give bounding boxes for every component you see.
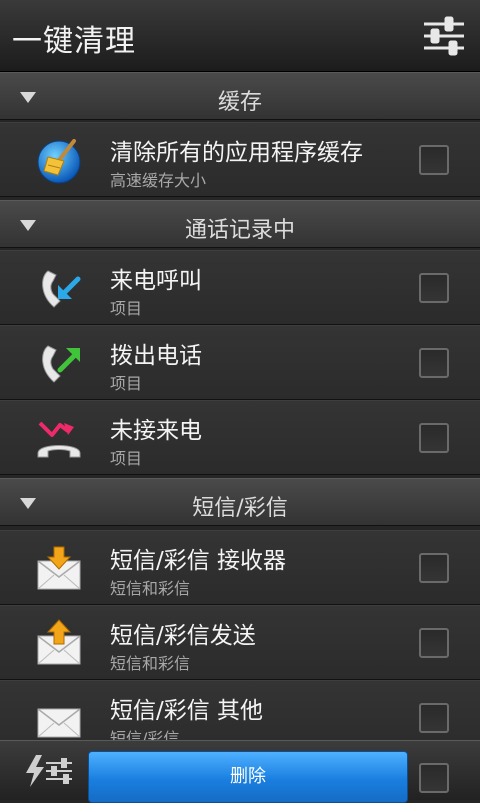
checkbox[interactable] xyxy=(419,273,449,303)
section-header-sms-mms[interactable]: 短信/彩信 xyxy=(0,478,480,526)
item-title: 短信/彩信 接收器 xyxy=(110,548,287,574)
checkbox[interactable] xyxy=(419,348,449,378)
item-title: 短信/彩信 其他 xyxy=(110,698,264,724)
section-label: 通话记录中 xyxy=(184,218,295,243)
select-all-checkbox[interactable] xyxy=(419,763,449,793)
outbox-mail-icon xyxy=(37,619,81,665)
item-title: 短信/彩信发送 xyxy=(110,623,256,649)
item-subtitle: 项目 xyxy=(110,299,143,318)
item-title: 未接来电 xyxy=(110,418,202,444)
missed-call-icon xyxy=(37,421,81,458)
item-title: 清除所有的应用程序缓存 xyxy=(110,140,363,166)
bottom-bar: 删除 xyxy=(0,740,480,803)
delete-button[interactable]: 删除 xyxy=(88,751,408,803)
section-label: 缓存 xyxy=(217,90,262,115)
outgoing-call-icon xyxy=(42,345,80,383)
list-item-incoming-calls[interactable]: 来电呼叫 项目 xyxy=(0,250,480,325)
flash-sliders-icon[interactable] xyxy=(22,753,74,789)
item-subtitle: 项目 xyxy=(110,374,143,393)
item-subtitle: 高速缓存大小 xyxy=(110,171,207,190)
list-item-app-cache[interactable]: 清除所有的应用程序缓存 高速缓存大小 xyxy=(0,122,480,197)
checkbox[interactable] xyxy=(419,553,449,583)
list-item-outgoing-calls[interactable]: 拨出电话 项目 xyxy=(0,325,480,400)
list-item-sms-inbox[interactable]: 短信/彩信 接收器 短信和彩信 xyxy=(0,530,480,605)
checkbox[interactable] xyxy=(419,703,449,733)
item-title: 拨出电话 xyxy=(110,343,202,369)
section-label: 短信/彩信 xyxy=(192,496,288,521)
list-item-missed-calls[interactable]: 未接来电 项目 xyxy=(0,400,480,475)
page-title: 一键清理 xyxy=(12,24,136,59)
inbox-mail-icon xyxy=(37,546,81,590)
checkbox[interactable] xyxy=(419,145,449,175)
checkbox[interactable] xyxy=(419,628,449,658)
section-header-call-log[interactable]: 通话记录中 xyxy=(0,200,480,248)
sliders-icon[interactable] xyxy=(420,12,468,60)
incoming-call-icon xyxy=(42,270,81,308)
checkbox[interactable] xyxy=(419,423,449,453)
list-item-sms-sent[interactable]: 短信/彩信发送 短信和彩信 xyxy=(0,605,480,680)
broom-icon xyxy=(37,139,81,184)
item-subtitle: 项目 xyxy=(110,449,143,468)
title-bar: 一键清理 xyxy=(0,0,480,72)
item-subtitle: 短信和彩信 xyxy=(110,654,191,673)
section-header-cache[interactable]: 缓存 xyxy=(0,72,480,120)
item-title: 来电呼叫 xyxy=(110,268,202,294)
mail-icon xyxy=(37,708,81,738)
item-subtitle: 短信和彩信 xyxy=(110,579,191,598)
